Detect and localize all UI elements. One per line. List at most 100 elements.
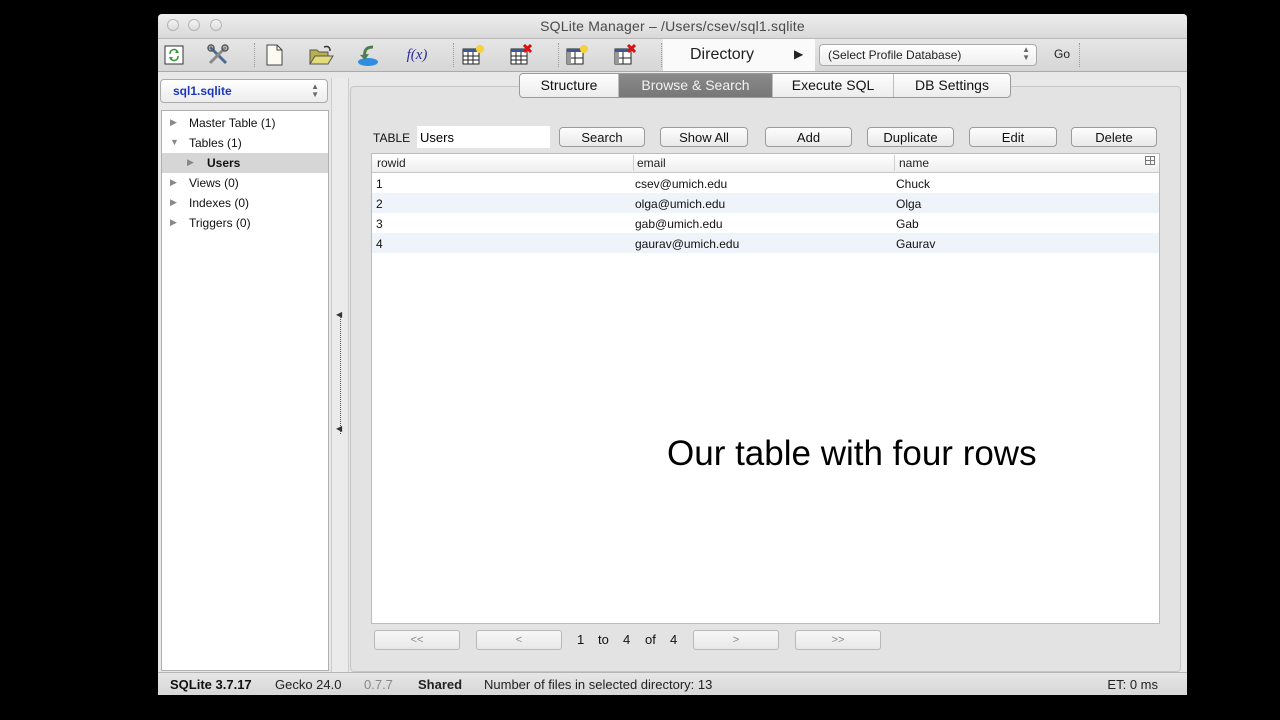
search-button[interactable]: Search [559,127,645,147]
create-table-icon [461,44,485,66]
edit-button[interactable]: Edit [969,127,1057,147]
column-divider[interactable] [633,155,634,171]
expand-arrow-icon[interactable]: ▶ [170,217,177,228]
create-table-button[interactable] [460,43,486,67]
directory-expand-button[interactable]: ▶ [794,47,803,61]
create-index-icon [565,44,589,66]
drop-index-button[interactable] [612,43,638,67]
tree-item-triggers[interactable]: ▶ Triggers (0) [162,213,328,233]
database-select-value: sql1.sqlite [173,84,232,98]
extension-version: 0.7.7 [364,677,393,692]
new-database-button[interactable] [261,43,287,67]
profile-database-value: (Select Profile Database) [828,48,961,62]
cell-email: gaurav@umich.edu [635,237,739,251]
tab-execute-sql[interactable]: Execute SQL [773,74,894,97]
page-to: 4 [623,632,630,647]
expand-arrow-icon[interactable]: ▶ [170,117,177,128]
add-button[interactable]: Add [765,127,852,147]
delete-button[interactable]: Delete [1071,127,1157,147]
profile-database-select[interactable]: (Select Profile Database) ▲▼ [819,44,1037,66]
sidebar-splitter[interactable]: ◀ ◀ [331,78,349,672]
annotation-text: Our table with four rows [667,434,1037,474]
cell-rowid: 1 [376,177,383,191]
drop-table-button[interactable] [508,43,534,67]
cell-rowid: 3 [376,217,383,231]
title-bar: SQLite Manager – /Users/csev/sql1.sqlite [158,14,1187,39]
tools-button[interactable] [205,43,231,67]
import-button[interactable] [355,43,381,67]
tree-item-label: Views (0) [189,176,239,190]
expand-arrow-icon[interactable]: ▶ [170,177,177,188]
database-select[interactable]: sql1.sqlite ▲▼ [160,79,328,103]
first-page-button[interactable]: << [374,630,460,650]
last-page-button[interactable]: >> [795,630,881,650]
import-icon [355,43,381,67]
tree-item-tables[interactable]: ▼ Tables (1) [162,133,328,153]
tab-db-settings[interactable]: DB Settings [894,74,1010,97]
tree-item-indexes[interactable]: ▶ Indexes (0) [162,193,328,213]
tree-item-users[interactable]: ▶ Users [162,153,328,173]
new-database-icon [264,44,284,66]
column-divider[interactable] [894,155,895,171]
collapse-left-icon[interactable]: ◀ [336,424,342,433]
tree-item-label: Users [207,156,240,170]
toolbar-separator [661,43,662,67]
expand-arrow-icon[interactable]: ▶ [170,197,177,208]
function-icon: f(x) [407,47,428,64]
create-index-button[interactable] [564,43,590,67]
table-row[interactable]: 3 gab@umich.edu Gab [372,213,1159,233]
table-row[interactable]: 4 gaurav@umich.edu Gaurav [372,233,1159,253]
open-database-icon [308,44,334,66]
tree-item-views[interactable]: ▶ Views (0) [162,173,328,193]
function-button[interactable]: f(x) [402,43,432,67]
toolbar-separator [254,43,255,67]
column-header-email[interactable]: email [637,156,666,170]
column-picker-icon[interactable] [1145,156,1155,165]
window-title: SQLite Manager – /Users/csev/sql1.sqlite [158,18,1187,34]
tree-item-label: Triggers (0) [189,216,251,230]
tools-icon [206,43,230,67]
reconnect-button[interactable] [161,43,187,67]
reconnect-icon [164,45,184,65]
tab-browse-search[interactable]: Browse & Search [619,74,773,97]
page-total: 4 [670,632,677,647]
toolbar-separator [558,43,559,67]
tree-item-label: Tables (1) [189,136,242,150]
cell-name: Gaurav [896,237,935,251]
prev-page-button[interactable]: < [476,630,562,650]
tree-item-master-table[interactable]: ▶ Master Table (1) [162,113,328,133]
cell-name: Gab [896,217,919,231]
tree-item-label: Master Table (1) [189,116,275,130]
toolbar-separator [1079,43,1080,67]
expand-arrow-icon[interactable]: ▶ [187,157,194,168]
go-button[interactable]: Go [1054,47,1070,61]
column-header-name[interactable]: name [899,156,929,170]
toolbar: f(x) [158,39,1187,72]
cell-email: csev@umich.edu [635,177,727,191]
status-bar: SQLite 3.7.17 Gecko 24.0 0.7.7 Shared Nu… [158,672,1187,695]
toolbar-separator [453,43,454,67]
directory-label: Directory [690,46,754,64]
main-tabs: Structure Browse & Search Execute SQL DB… [519,73,1011,98]
cell-name: Olga [896,197,921,211]
drop-index-icon [613,44,637,66]
table-name-field[interactable] [417,126,550,148]
column-header-rowid[interactable]: rowid [377,156,406,170]
table-row[interactable]: 2 olga@umich.edu Olga [372,193,1159,213]
app-window: SQLite Manager – /Users/csev/sql1.sqlite [158,14,1187,695]
tree-item-label: Indexes (0) [189,196,249,210]
tab-structure[interactable]: Structure [520,74,619,97]
page-of-word: of [645,632,656,647]
show-all-button[interactable]: Show All [660,127,748,147]
table-row[interactable]: 1 csev@umich.edu Chuck [372,173,1159,193]
open-database-button[interactable] [308,43,334,67]
elapsed-time: ET: 0 ms [1107,677,1158,692]
cell-email: olga@umich.edu [635,197,725,211]
gecko-version: Gecko 24.0 [275,677,342,692]
collapse-arrow-icon[interactable]: ▼ [170,137,179,147]
page-from: 1 [577,632,584,647]
duplicate-button[interactable]: Duplicate [867,127,954,147]
next-page-button[interactable]: > [693,630,779,650]
data-grid: rowid email name 1 csev@umich.edu Chuck … [371,153,1160,624]
splitter-grip[interactable] [340,316,341,434]
